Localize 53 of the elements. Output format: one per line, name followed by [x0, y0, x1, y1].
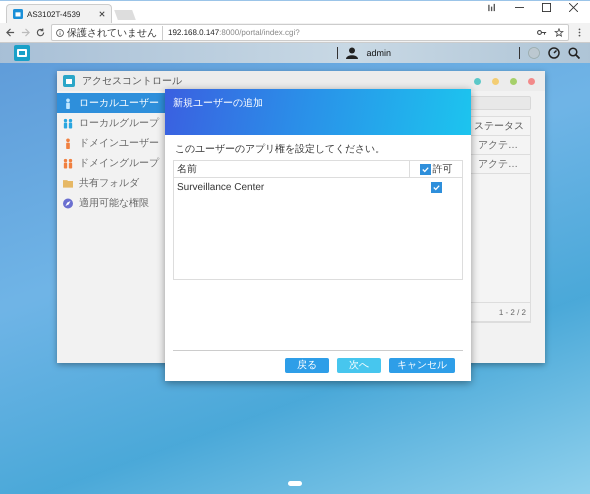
app-name: Surveillance Center	[176, 182, 266, 192]
star-icon[interactable]	[554, 28, 564, 37]
window-icon	[16, 47, 28, 59]
search-icon[interactable]	[568, 47, 580, 59]
info-icon	[56, 28, 64, 36]
checkbox[interactable]	[430, 182, 442, 192]
dialog-button[interactable]: キャンセル	[389, 358, 455, 373]
sidebar-item[interactable]: 適用可能な権限	[57, 193, 165, 213]
sidebar-item[interactable]: ローカルグループ	[57, 113, 165, 133]
security-label: 保護されていません	[67, 26, 163, 40]
column-header: 許可	[432, 162, 452, 176]
column-header: 名前	[176, 163, 198, 176]
dock-handle[interactable]	[288, 481, 302, 486]
window-control-dot[interactable]	[492, 78, 499, 84]
pager-text: 1 - 2 / 2	[498, 308, 527, 316]
dialog-title: 新規ユーザーの追加	[173, 98, 263, 109]
window-title: アクセスコントロール	[82, 75, 182, 88]
sidebar-item[interactable]: ドメイングループ	[57, 153, 165, 173]
instruction-text: このユーザーのアプリ権を設定してください。	[175, 142, 386, 156]
sidebar-item[interactable]: ローカルユーザー	[57, 93, 165, 113]
dashboard-gauge-icon[interactable]	[548, 47, 560, 59]
reload-icon[interactable]	[36, 28, 45, 37]
person-icon	[63, 138, 73, 148]
profile-bars-icon[interactable]	[488, 3, 497, 12]
people-icon	[63, 118, 73, 128]
maximize-icon[interactable]	[542, 3, 551, 12]
table-cell-text: アクテ…	[477, 158, 519, 171]
window-control-dot[interactable]	[528, 78, 535, 84]
compass-icon	[63, 198, 73, 208]
close-tab-icon[interactable]	[99, 11, 105, 17]
app-favicon-icon	[13, 9, 23, 19]
checkbox[interactable]	[420, 164, 430, 174]
app-launcher-button[interactable]	[14, 45, 30, 61]
dialog-button[interactable]: 戻る	[285, 358, 329, 373]
sidebar-item[interactable]: 共有フォルダ	[57, 173, 165, 193]
folder-icon	[63, 178, 73, 188]
person-icon	[63, 98, 73, 108]
url-host: 192.168.0.147	[168, 28, 220, 37]
url-path: :8000/portal/index.cgi?	[219, 28, 300, 37]
window-control-dot[interactable]	[474, 78, 481, 84]
window-control-dot[interactable]	[510, 78, 517, 84]
sidebar-item[interactable]: ドメインユーザー	[57, 133, 165, 153]
people-icon	[63, 158, 73, 168]
app-icon	[63, 75, 75, 87]
address-field[interactable]: 保護されていません 192.168.0.147:8000/portal/index.cgi?	[51, 24, 569, 41]
tab-title: AS3102T-4539	[27, 10, 82, 18]
user-name[interactable]: admin	[366, 48, 391, 58]
table-cell-text: アクテ…	[477, 139, 519, 152]
close-icon[interactable]	[569, 3, 578, 12]
user-icon	[346, 47, 358, 59]
back-arrow-icon[interactable]	[6, 28, 15, 37]
key-icon[interactable]	[537, 28, 547, 37]
browser-tab[interactable]: AS3102T-4539	[6, 4, 112, 23]
